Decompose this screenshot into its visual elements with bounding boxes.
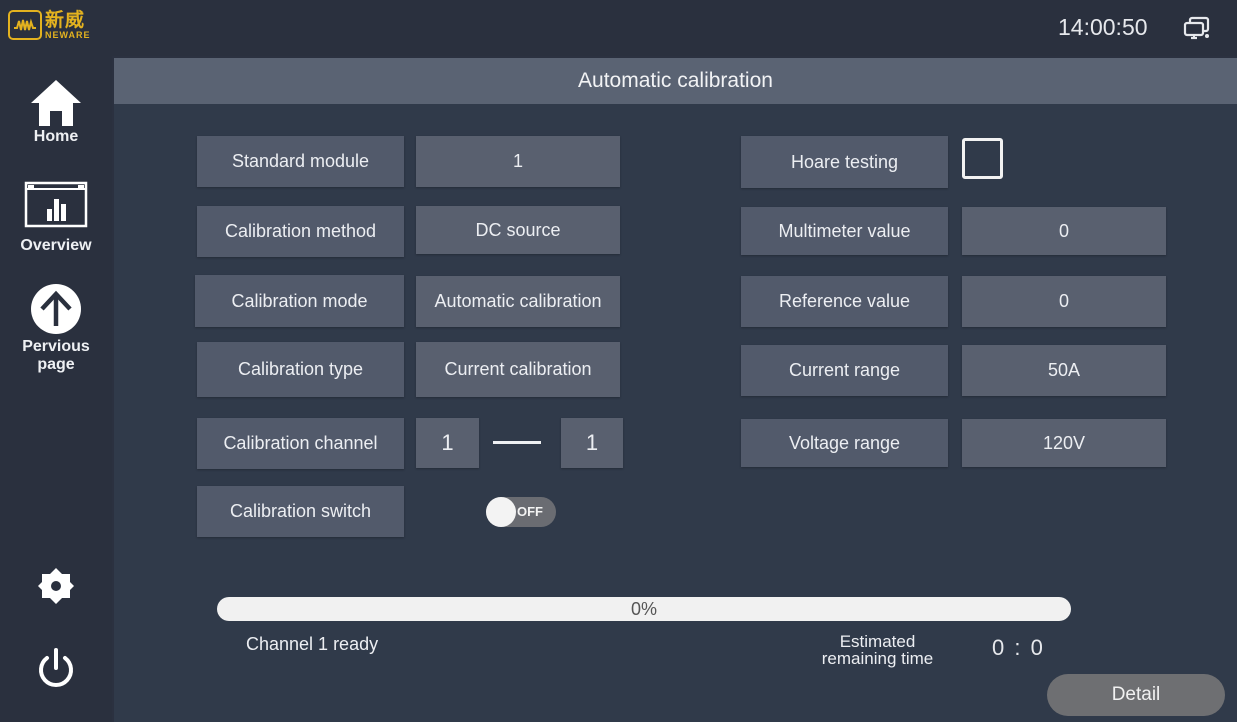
neware-logo: 新威 NEWARE [8,10,91,40]
calibration-channel-from-input[interactable]: 1 [416,418,479,468]
brand-name-en: NEWARE [45,29,91,40]
arrow-up-circle-icon [31,284,81,334]
clock: 14:00:50 [1058,14,1148,40]
reference-value-label: Reference value [741,276,948,327]
sidebar-item-label: Home [33,128,79,145]
calibration-mode-value[interactable]: Automatic calibration [416,276,620,327]
calibration-type-value[interactable]: Current calibration [416,342,620,397]
toggle-knob [486,497,516,527]
gear-icon [38,568,74,604]
current-range-label: Current range [741,345,948,396]
voltage-range-label: Voltage range [741,419,948,467]
toggle-state: OFF [517,504,543,519]
sidebar-item-label-line1: Pervious [22,338,90,355]
calibration-method-label: Calibration method [197,206,404,257]
detail-button[interactable]: Detail [1047,674,1225,716]
page-title: Automatic calibration [114,58,1237,104]
standard-module-value[interactable]: 1 [416,136,620,187]
sidebar-item-home[interactable]: Home [0,78,112,146]
overview-chart-icon [24,181,88,228]
progress-percent: 0% [630,598,657,619]
calibration-progress-bar: 0% [217,597,1071,621]
calibration-channel-to-input[interactable]: 1 [561,418,623,468]
calibration-type-label: Calibration type [197,342,404,397]
channel-status: Channel 1 ready [246,634,379,654]
estimated-time-label-line1: Estimated [839,632,916,651]
hoare-testing-label: Hoare testing [741,136,948,188]
power-button[interactable] [0,646,112,690]
calibration-mode-label: Calibration mode [195,275,404,327]
multimeter-value-label: Multimeter value [741,207,948,255]
brand-name-cn: 新威 [45,9,86,31]
calibration-method-value[interactable]: DC source [416,206,620,254]
standard-module-label: Standard module [197,136,404,187]
sidebar: Home Overview Pervious page [0,56,112,722]
estimated-time-label-line2: remaining time [821,649,934,668]
calibration-switch-label: Calibration switch [197,486,404,537]
estimated-time-value: 0 : 0 [992,635,1045,660]
settings-button[interactable] [0,566,112,606]
current-range-value[interactable]: 50A [962,345,1166,396]
power-icon [39,648,73,687]
sidebar-item-label-line2: page [37,356,75,373]
home-icon [31,80,81,126]
sidebar-item-label: Overview [20,237,92,254]
top-bar: 新威 NEWARE 14:00:50 [0,0,1237,56]
sidebar-item-overview[interactable]: Overview [0,181,112,255]
screen-switch-icon[interactable] [1183,16,1211,40]
multimeter-value-field[interactable]: 0 [962,207,1166,255]
estimated-time-label: Estimated remaining time [800,633,955,667]
sidebar-item-previous-page[interactable]: Pervious page [0,282,112,374]
reference-value-field[interactable]: 0 [962,276,1166,327]
logo-waveform-icon [8,10,42,40]
calibration-channel-label: Calibration channel [197,418,404,469]
voltage-range-value[interactable]: 120V [962,419,1166,467]
hoare-testing-checkbox[interactable] [962,138,1003,179]
channel-range-dash [493,441,541,444]
calibration-switch-toggle[interactable]: OFF [486,497,556,527]
